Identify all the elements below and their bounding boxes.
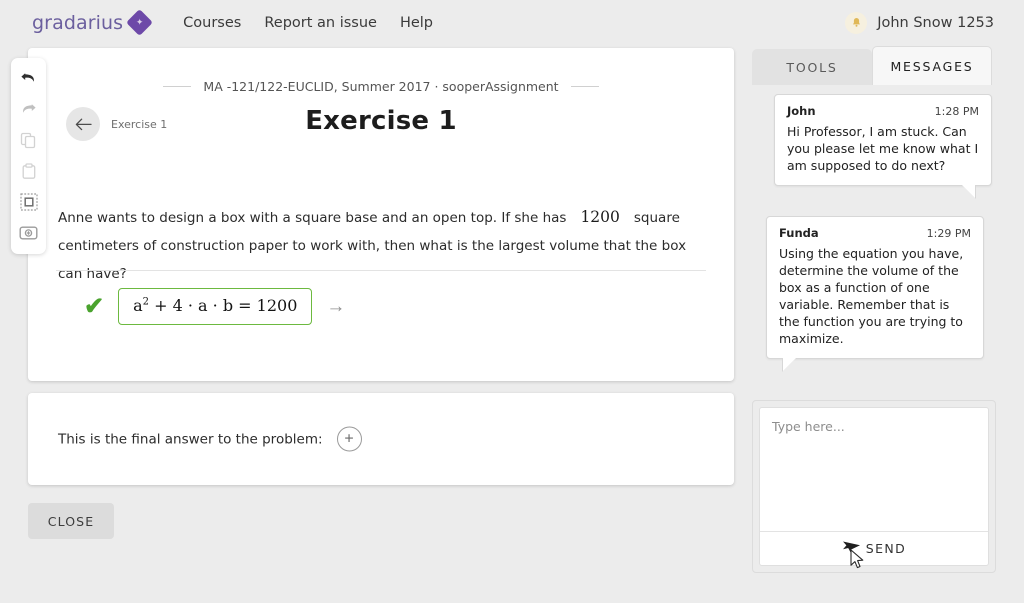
message-input[interactable] [760,408,988,531]
user-name-label[interactable]: John Snow 1253 [877,15,994,31]
copy-icon[interactable] [16,129,42,151]
final-answer-row: This is the final answer to the problem:… [58,426,362,452]
send-paper-plane-icon [842,540,861,558]
nav-links: Courses Report an issue Help [183,15,433,31]
equation-input[interactable]: a2 + 4 · a · b = 1200 [118,288,313,325]
problem-statement: Anne wants to design a box with a square… [58,203,703,288]
course-title-label: MA -121/122-EUCLID, Summer 2017 · sooper… [203,79,559,94]
message-header: Funda 1:29 PM [779,226,971,240]
nav-link-courses[interactable]: Courses [183,15,241,31]
message-header: John 1:28 PM [787,104,979,118]
top-navigation-bar: gradarius ✦ Courses Report an issue Help… [0,0,1024,45]
compose-box: SEND [759,407,989,566]
course-breadcrumb: MA -121/122-EUCLID, Summer 2017 · sooper… [28,79,734,94]
bubble-tail [783,358,796,371]
equation-base: a [133,296,143,315]
nav-link-report-an-issue[interactable]: Report an issue [264,15,377,31]
tab-messages[interactable]: MESSAGES [872,46,992,85]
page-title: Exercise 1 [305,106,457,136]
undo-icon[interactable] [16,67,42,89]
message-sender: Funda [779,226,819,240]
left-tool-palette [11,58,46,254]
solution-step-row: ✔ a2 + 4 · a · b = 1200 → [84,288,345,325]
message-bubble: John 1:28 PM Hi Professor, I am stuck. C… [774,94,992,198]
message-timestamp: 1:28 PM [934,105,979,118]
close-button[interactable]: CLOSE [28,503,114,539]
select-region-icon[interactable] [16,191,42,213]
bubble-tail [962,185,975,198]
right-panel-tabs: TOOLS MESSAGES [752,46,992,85]
message-text: Hi Professor, I am stuck. Can you please… [787,124,979,173]
rule-left [163,86,192,87]
message-compose-panel: SEND [752,400,996,573]
bell-icon[interactable] [845,11,868,34]
final-answer-card: This is the final answer to the problem:… [28,393,734,485]
message-timestamp: 1:29 PM [926,227,971,240]
rule-right [570,86,599,87]
message-text: Using the equation you have, determine t… [779,246,964,346]
send-label: SEND [865,541,907,556]
equation-rest: + 4 · a · b = 1200 [149,296,298,315]
equation-text: a2 + 4 · a · b = 1200 [133,296,297,315]
brand-logo[interactable]: gradarius ✦ [32,9,154,36]
tab-tools[interactable]: TOOLS [752,49,872,85]
nav-link-help[interactable]: Help [400,15,433,31]
app-root: gradarius ✦ Courses Report an issue Help… [0,0,1024,603]
arrow-right-icon[interactable]: → [326,297,345,316]
exercise-card: MA -121/122-EUCLID, Summer 2017 · sooper… [28,48,734,381]
plus-circle-icon[interactable]: + [336,426,362,452]
message-sender: John [787,104,816,118]
section-divider [56,270,706,271]
clipboard-paste-icon[interactable] [16,160,42,182]
messages-list: John 1:28 PM Hi Professor, I am stuck. C… [752,84,996,384]
redo-icon[interactable] [16,98,42,120]
send-button[interactable]: SEND [760,531,988,565]
green-checkmark-icon: ✔ [84,292,105,320]
diamond-logo-icon: ✦ [126,9,154,36]
message-bubble: Funda 1:29 PM Using the equation you hav… [766,216,984,371]
nav-right-group: John Snow 1253 [845,11,994,34]
final-answer-label: This is the final answer to the problem: [58,431,323,447]
insert-box-icon[interactable] [16,222,42,244]
problem-value: 1200 [580,208,620,226]
problem-text-part-1: Anne wants to design a box with a square… [58,210,567,226]
logo-text: gradarius [32,11,124,34]
